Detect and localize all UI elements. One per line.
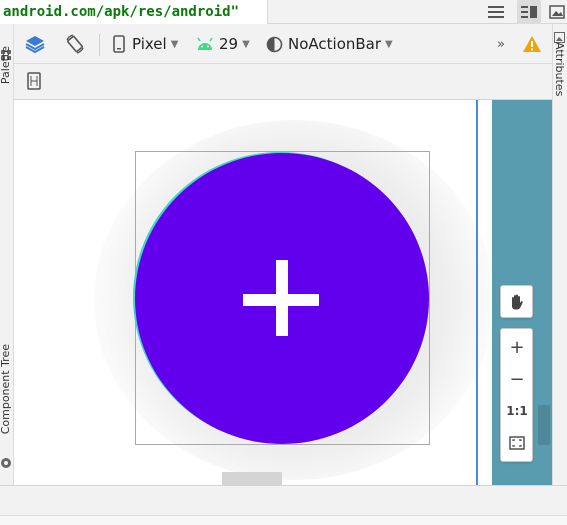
design-view-icon[interactable]: [545, 0, 567, 24]
layers-icon: [25, 36, 45, 54]
zoom-to-fit-button[interactable]: [501, 427, 533, 459]
api-level-label: 29: [219, 35, 239, 53]
device-selector[interactable]: Pixel ▼: [112, 24, 178, 64]
top-strip: android.com/apk/res/android": [0, 0, 567, 24]
palette-tab[interactable]: Palette: [0, 46, 12, 84]
attributes-tab[interactable]: Attributes: [553, 42, 566, 96]
secondary-toolbar: [14, 64, 552, 100]
zoom-out-button[interactable]: −: [501, 363, 533, 395]
phone-icon: [113, 35, 125, 53]
theme-label: NoActionBar: [288, 35, 382, 53]
chevron-down-icon: ▼: [170, 38, 179, 50]
actual-size-button[interactable]: 1:1: [501, 395, 533, 427]
warning-icon[interactable]: [522, 24, 542, 64]
zoom-controls: + − 1:1: [500, 328, 533, 462]
chevron-down-icon: ▼: [385, 38, 393, 50]
theme-icon: [266, 36, 283, 52]
chevron-down-icon: ▼: [242, 38, 250, 50]
design-canvas[interactable]: + − 1:1: [14, 100, 552, 485]
hand-icon: [512, 294, 523, 310]
fit-screen-icon: [509, 436, 525, 450]
component-tree-icon: [0, 454, 12, 473]
zoom-in-button[interactable]: +: [501, 331, 533, 363]
vertical-scrollbar[interactable]: [538, 405, 550, 445]
split-view-icon[interactable]: [517, 0, 541, 24]
device-label: Pixel: [132, 35, 167, 53]
right-tool-window-bar: Attributes: [552, 24, 567, 525]
pan-button[interactable]: [500, 285, 533, 318]
device-frame-icon[interactable]: [27, 72, 41, 94]
toolbar-separator: [99, 34, 100, 56]
design-surface-button[interactable]: [24, 24, 46, 64]
device-boundary-line: [476, 100, 478, 485]
api-level-selector[interactable]: 29 ▼: [196, 24, 250, 64]
component-tree-tab[interactable]: Component Tree: [0, 344, 12, 434]
code-view-icon[interactable]: [484, 0, 508, 24]
status-bar: [0, 485, 567, 515]
orientation-button[interactable]: [64, 24, 86, 64]
left-tool-window-bar: Palette Component Tree: [0, 24, 14, 525]
theme-selector[interactable]: NoActionBar ▼: [266, 24, 393, 64]
xml-code-snippet[interactable]: android.com/apk/res/android": [0, 0, 268, 24]
design-toolbar: Pixel ▼ 29 ▼ NoActionBar ▼ »: [14, 24, 552, 64]
android-icon: [197, 37, 213, 50]
toolbar-overflow-button[interactable]: »: [497, 24, 505, 64]
plus-icon-vertical-bar: [276, 260, 288, 336]
bottom-strip: [0, 515, 567, 525]
horizontal-scrollbar[interactable]: [222, 472, 282, 485]
rotate-device-icon: [66, 34, 84, 54]
